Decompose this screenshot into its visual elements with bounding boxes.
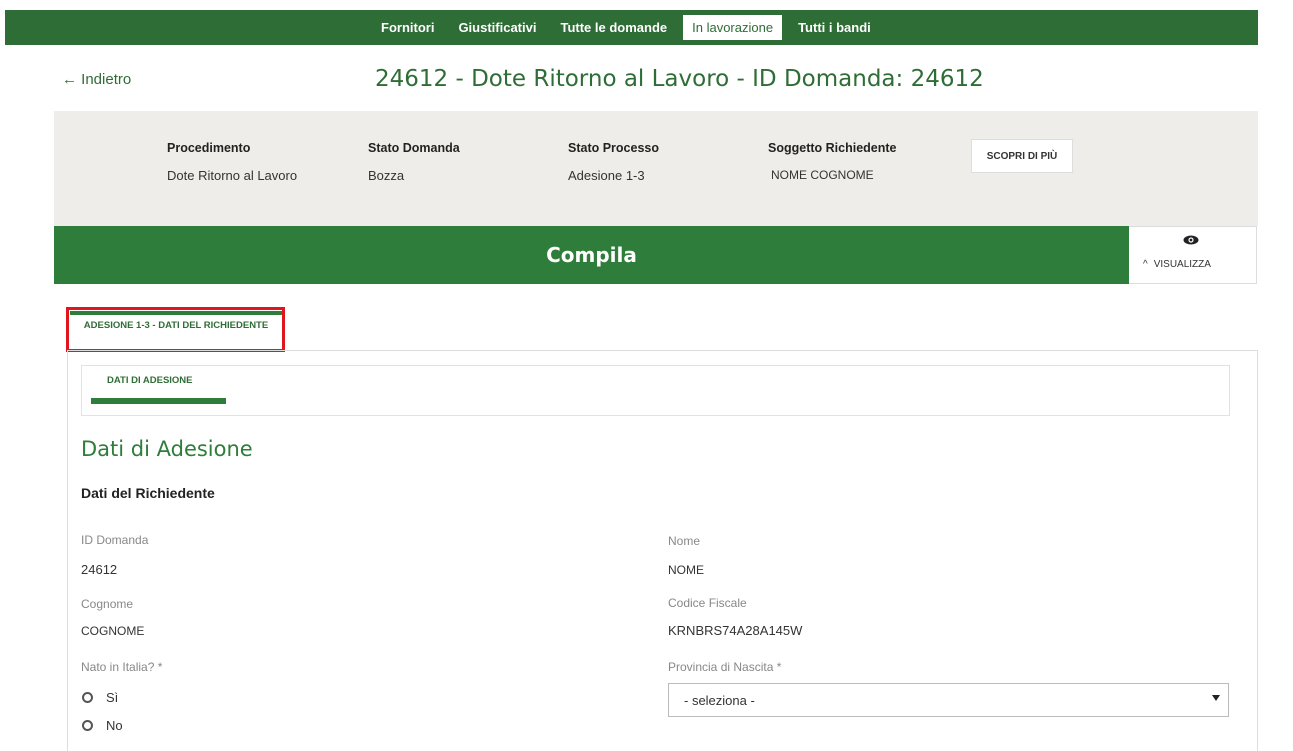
codice-fiscale-value: KRNBRS74A28A145W [668,623,803,638]
stato-domanda-value: Bozza [368,168,405,183]
chevron-up-icon: ^ [1143,259,1148,270]
nav-item-in-lavorazione[interactable]: In lavorazione [683,15,783,40]
visualizza-text: ^ VISUALIZZA [1143,259,1211,270]
top-navigation-bar: Fornitori Giustificativi Tutte le domand… [5,10,1258,45]
scopri-di-piu-button[interactable]: SCOPRI DI PIÙ [971,139,1073,173]
stato-domanda-info: Stato Domanda Bozza [368,141,460,183]
nav-item-tutte-le-domande[interactable]: Tutte le domande [548,15,679,40]
procedimento-info: Procedimento Dote Ritorno al Lavoro [167,141,297,183]
application-info-panel: Procedimento Dote Ritorno al Lavoro Stat… [54,111,1258,226]
stato-processo-value: Adesione 1-3 [568,168,645,183]
nav-item-fornitori[interactable]: Fornitori [369,15,446,40]
eye-icon [1183,235,1199,245]
subtab-active-indicator [91,398,226,404]
stato-domanda-label: Stato Domanda [368,141,460,155]
tab-highlight-box [66,307,285,352]
soggetto-richiedente-info: Soggetto Richiedente NOME COGNOME [768,141,896,182]
radio-no[interactable]: No [82,718,123,733]
radio-circle-icon [82,692,93,703]
caret-down-icon [1212,695,1220,701]
procedimento-value: Dote Ritorno al Lavoro [167,168,298,183]
subtab-bar [81,365,1230,416]
radio-si-label: Sì [106,690,119,705]
nome-label: Nome [668,534,701,548]
radio-no-label: No [106,718,123,733]
soggetto-richiedente-label: Soggetto Richiedente [768,141,897,155]
page-title: 24612 - Dote Ritorno al Lavoro - ID Doma… [375,66,984,92]
back-link[interactable]: ← Indietro [62,71,131,88]
cognome-label: Cognome [81,597,134,611]
stato-processo-label: Stato Processo [568,141,660,155]
procedimento-label: Procedimento [167,141,251,155]
nome-value: NOME [668,563,704,577]
subtab-dati-di-adesione[interactable]: DATI DI ADESIONE [107,375,193,386]
cognome-value: COGNOME [81,624,145,638]
id-domanda-label: ID Domanda [81,533,149,547]
nato-in-italia-label: Nato in Italia? * [81,660,163,674]
visualizza-button[interactable]: ^ VISUALIZZA [1129,226,1257,284]
compila-title: Compila [546,243,637,267]
visualizza-label: VISUALIZZA [1153,259,1211,270]
codice-fiscale-label: Codice Fiscale [668,596,747,610]
provincia-nascita-selected-value: - seleziona - [684,693,755,708]
id-domanda-value: 24612 [81,562,118,577]
radio-circle-icon [82,720,93,731]
nav-item-giustificativi[interactable]: Giustificativi [446,15,548,40]
section-subtitle: Dati del Richiedente [81,485,215,501]
provincia-nascita-select[interactable]: - seleziona - [668,683,1229,717]
provincia-nascita-label: Provincia di Nascita * [668,660,782,674]
soggetto-richiedente-value: NOME COGNOME [771,168,874,182]
radio-si[interactable]: Sì [82,690,118,705]
stato-processo-info: Stato Processo Adesione 1-3 [568,141,659,183]
nav-item-tutti-i-bandi[interactable]: Tutti i bandi [786,15,883,40]
section-title: Dati di Adesione [81,437,253,461]
compila-bar: Compila [54,226,1129,284]
